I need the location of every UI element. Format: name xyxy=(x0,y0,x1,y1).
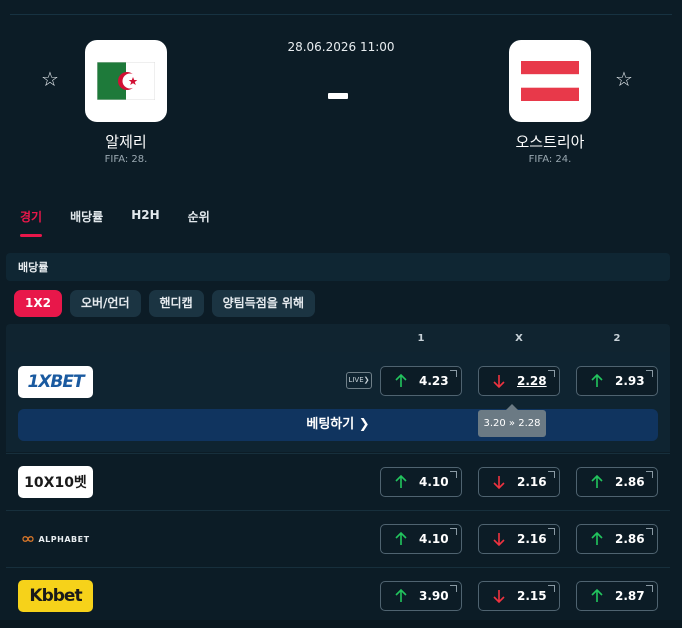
external-link-icon xyxy=(450,471,457,478)
arrow-up-icon xyxy=(591,588,603,602)
arrow-up-icon xyxy=(591,474,603,488)
odd-1xbet-away[interactable]: 2.93 xyxy=(576,366,658,396)
odd-10x10-draw[interactable]: 2.16 xyxy=(478,467,560,497)
odd-kbbet-away[interactable]: 2.87 xyxy=(576,581,658,611)
external-link-icon xyxy=(548,585,555,592)
arrow-up-icon xyxy=(591,373,603,387)
top-divider xyxy=(10,14,672,15)
external-link-icon xyxy=(548,370,555,377)
tab-h2h[interactable]: H2H xyxy=(131,208,159,237)
home-team-name[interactable]: 알제리 xyxy=(46,131,206,152)
external-link-icon xyxy=(646,471,653,478)
odds-column-header: 1 X 2 xyxy=(6,324,670,352)
arrow-down-icon xyxy=(493,590,505,604)
home-team-fifa-rank: FIFA: 28. xyxy=(104,154,148,165)
austria-flag-icon xyxy=(521,61,579,101)
odds-section-title: 배당률 xyxy=(6,253,670,281)
external-link-icon xyxy=(646,528,653,535)
algeria-flag-icon xyxy=(97,62,155,100)
bet-now-button[interactable]: 베팅하기 ❯ xyxy=(18,409,658,441)
favorite-away-star-icon[interactable]: ☆ xyxy=(613,68,635,90)
row-divider xyxy=(6,453,670,454)
external-link-icon xyxy=(450,585,457,592)
row-divider xyxy=(6,567,670,568)
away-team-name[interactable]: 오스트리아 xyxy=(470,131,630,152)
chip-both-teams-score[interactable]: 양팀득점을 위해 xyxy=(211,290,316,317)
tab-match[interactable]: 경기 xyxy=(20,208,43,237)
kbbet-logo[interactable]: Kbbet xyxy=(18,580,93,612)
arrow-down-icon xyxy=(493,533,505,547)
arrow-down-icon xyxy=(493,375,505,389)
bottom-edge xyxy=(0,620,682,628)
match-tabs: 경기 배당률 H2H 순위 xyxy=(20,208,238,237)
chip-1x2[interactable]: 1X2 xyxy=(14,290,62,317)
live-badge: LIVE❯ xyxy=(346,372,372,389)
away-team-fifa-rank: FIFA: 24. xyxy=(528,154,572,165)
odd-10x10-away[interactable]: 2.86 xyxy=(576,467,658,497)
column-2: 2 xyxy=(613,333,621,344)
external-link-icon xyxy=(450,528,457,535)
odd-kbbet-draw[interactable]: 2.15 xyxy=(478,581,560,611)
external-link-icon xyxy=(548,471,555,478)
alphabet-mark-icon xyxy=(22,536,35,542)
odd-1xbet-home[interactable]: 4.23 xyxy=(380,366,462,396)
favorite-home-star-icon[interactable]: ☆ xyxy=(39,68,61,90)
arrow-up-icon xyxy=(395,588,407,602)
column-x: X xyxy=(515,333,523,344)
external-link-icon xyxy=(548,528,555,535)
away-team-logo[interactable] xyxy=(509,40,591,122)
tab-odds[interactable]: 배당률 xyxy=(70,208,103,237)
odd-10x10-home[interactable]: 4.10 xyxy=(380,467,462,497)
external-link-icon xyxy=(646,585,653,592)
alphabet-logo[interactable]: ALPHABET xyxy=(18,523,93,555)
odd-alphabet-draw[interactable]: 2.16 xyxy=(478,524,560,554)
odd-alphabet-home[interactable]: 4.10 xyxy=(380,524,462,554)
arrow-up-icon xyxy=(395,531,407,545)
external-link-icon xyxy=(646,370,653,377)
arrow-down-icon xyxy=(493,476,505,490)
row-divider xyxy=(6,510,670,511)
odd-alphabet-away[interactable]: 2.86 xyxy=(576,524,658,554)
odd-kbbet-home[interactable]: 3.90 xyxy=(380,581,462,611)
odd-1xbet-draw[interactable]: 2.28 xyxy=(478,366,560,396)
10x10bet-logo[interactable]: 10X10벳 xyxy=(18,466,93,498)
chip-handicap[interactable]: 핸디캡 xyxy=(148,290,204,317)
score-separator xyxy=(328,93,348,99)
market-chips: 1X2 오버/언더 핸디캡 양팀득점을 위해 xyxy=(14,290,316,317)
arrow-up-icon xyxy=(395,474,407,488)
tab-standings[interactable]: 순위 xyxy=(188,208,210,237)
column-1: 1 xyxy=(417,333,425,344)
odds-change-tooltip: 3.20 » 2.28 xyxy=(478,410,546,437)
arrow-up-icon xyxy=(395,373,407,387)
external-link-icon xyxy=(450,370,457,377)
1xbet-logo[interactable]: 1XBET xyxy=(18,366,93,398)
chip-over-under[interactable]: 오버/언더 xyxy=(69,290,141,317)
arrow-up-icon xyxy=(591,531,603,545)
